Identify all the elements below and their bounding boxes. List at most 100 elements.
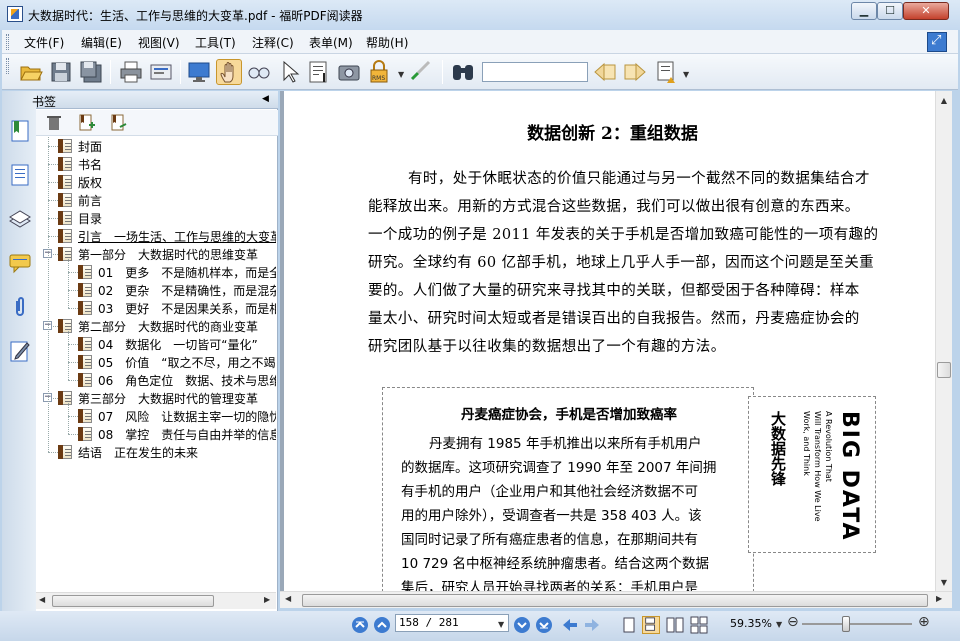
facing-pages-icon[interactable] bbox=[666, 616, 684, 634]
bookmark-item[interactable]: 版权 bbox=[36, 173, 276, 191]
go-back-icon[interactable] bbox=[562, 617, 578, 633]
bookmark-item[interactable]: 封面 bbox=[36, 137, 276, 155]
scroll-up-icon[interactable]: ▲ bbox=[936, 93, 952, 109]
bookmark-child-item[interactable]: 07 风险 让数据主宰一切的隐忧 bbox=[36, 407, 276, 425]
maximize-button[interactable]: ☐ bbox=[877, 2, 903, 20]
paragraph-line: 要的。人们做了大量的研究来寻找其中的关联，但都受困于各种障碍：样本 bbox=[368, 283, 860, 299]
sign-icon[interactable] bbox=[408, 59, 434, 85]
zoom-icon[interactable] bbox=[246, 59, 272, 85]
continuous-facing-icon[interactable] bbox=[690, 616, 708, 634]
highlight-dropdown-icon[interactable]: ▼ bbox=[683, 70, 689, 79]
print-icon[interactable] bbox=[118, 59, 144, 85]
go-forward-icon[interactable] bbox=[584, 617, 600, 633]
hand-icon[interactable] bbox=[216, 59, 242, 85]
first-page-icon[interactable] bbox=[352, 617, 368, 633]
bookmark-item[interactable]: 结语 正在发生的未来 bbox=[36, 443, 276, 461]
search-input[interactable] bbox=[482, 62, 588, 82]
menu-comment[interactable]: 注释(C) bbox=[252, 34, 294, 51]
minimize-button[interactable]: ▁ bbox=[851, 2, 877, 20]
scroll-down-icon[interactable]: ▼ bbox=[936, 575, 952, 591]
scan-icon[interactable] bbox=[148, 59, 174, 85]
zoom-level[interactable]: 59.35% bbox=[730, 617, 772, 630]
previous-page-icon[interactable] bbox=[374, 617, 390, 633]
bookmark-item[interactable]: 目录 bbox=[36, 209, 276, 227]
signatures-tab-icon[interactable] bbox=[8, 339, 32, 363]
page-dropdown-icon[interactable]: ▼ bbox=[498, 620, 504, 629]
zoom-dropdown-icon[interactable]: ▼ bbox=[776, 620, 782, 629]
bookmark-icon bbox=[58, 247, 72, 261]
rms-icon[interactable]: RMS bbox=[366, 59, 392, 85]
select-icon[interactable] bbox=[276, 59, 302, 85]
collapse-panel-icon[interactable]: ◀ bbox=[262, 94, 269, 104]
delete-bookmark-icon[interactable] bbox=[44, 113, 64, 133]
last-page-icon[interactable] bbox=[536, 617, 552, 633]
highlight-icon[interactable] bbox=[654, 59, 680, 85]
comments-tab-icon[interactable] bbox=[8, 251, 32, 275]
expand-icon[interactable] bbox=[927, 32, 947, 52]
tree-connector bbox=[48, 218, 58, 219]
find-prev-icon[interactable] bbox=[592, 59, 618, 85]
next-page-icon[interactable] bbox=[514, 617, 530, 633]
bookmark-item[interactable]: 引言 一场生活、工作与思维的大变革 bbox=[36, 227, 276, 245]
scroll-right-icon[interactable]: ▶ bbox=[264, 595, 270, 604]
horizontal-scroll-thumb[interactable] bbox=[302, 594, 928, 607]
horizontal-scrollbar[interactable]: ◀ ▶ bbox=[280, 591, 952, 608]
add-child-bookmark-icon[interactable] bbox=[108, 113, 128, 133]
menu-edit[interactable]: 编辑(E) bbox=[81, 34, 122, 51]
menu-view[interactable]: 视图(V) bbox=[138, 34, 180, 51]
bookmark-child-item[interactable]: 08 掌控 责任与自由并举的信息管理 bbox=[36, 425, 276, 443]
bookmark-icon bbox=[78, 409, 92, 423]
snapshot-icon[interactable] bbox=[336, 59, 362, 85]
page-number-field[interactable]: 158 / 281 bbox=[395, 614, 509, 632]
menu-form[interactable]: 表单(M) bbox=[309, 34, 353, 51]
bookmark-child-item[interactable]: 02 更杂 不是精确性，而是混杂性 bbox=[36, 281, 276, 299]
add-bookmark-icon[interactable] bbox=[76, 113, 96, 133]
bookmark-item[interactable]: 前言 bbox=[36, 191, 276, 209]
bookmarks-scroll-thumb[interactable] bbox=[52, 595, 214, 607]
tree-connector bbox=[48, 146, 58, 147]
find-icon[interactable] bbox=[450, 59, 476, 85]
fullscreen-icon[interactable] bbox=[186, 59, 212, 85]
vertical-scroll-thumb[interactable] bbox=[937, 362, 951, 378]
menu-file[interactable]: 文件(F) bbox=[24, 34, 64, 51]
bookmark-item[interactable]: 书名 bbox=[36, 155, 276, 173]
zoom-in-icon[interactable]: ⊕ bbox=[918, 614, 930, 630]
bookmark-label: 版权 bbox=[78, 176, 103, 190]
text-select-icon[interactable] bbox=[306, 59, 332, 85]
close-button[interactable]: ✕ bbox=[903, 2, 949, 20]
single-page-icon[interactable] bbox=[620, 616, 638, 634]
save-icon[interactable] bbox=[48, 59, 74, 85]
attachments-tab-icon[interactable] bbox=[8, 295, 32, 319]
menu-help[interactable]: 帮助(H) bbox=[366, 34, 408, 51]
continuous-page-icon[interactable] bbox=[642, 616, 660, 634]
bookmark-part[interactable]: − 第二部分 大数据时代的商业变革 bbox=[36, 317, 276, 335]
bookmark-icon bbox=[78, 301, 92, 315]
save-as-icon[interactable] bbox=[78, 59, 104, 85]
zoom-slider[interactable] bbox=[802, 623, 912, 625]
menu-tools[interactable]: 工具(T) bbox=[195, 34, 236, 51]
bookmarks-scrollbar[interactable]: ◀ ▶ bbox=[36, 592, 276, 609]
document-view[interactable]: 数据创新 2：重组数据 有时，处于休眠状态的价值只能通过与另一个截然不同的数据集… bbox=[280, 91, 935, 591]
layers-tab-icon[interactable] bbox=[8, 207, 32, 231]
pages-tab-icon[interactable] bbox=[8, 163, 32, 187]
open-icon[interactable] bbox=[18, 59, 44, 85]
bookmark-child-item[interactable]: 01 更多 不是随机样本，而是全体数据 bbox=[36, 263, 276, 281]
vertical-scrollbar[interactable]: ▲ ▼ bbox=[935, 91, 952, 591]
bookmark-child-item[interactable]: 03 更好 不是因果关系，而是相关关系 bbox=[36, 299, 276, 317]
zoom-out-icon[interactable]: ⊖ bbox=[787, 614, 799, 630]
section-heading: 数据创新 2：重组数据 bbox=[527, 124, 698, 144]
bookmark-label: 结语 正在发生的未来 bbox=[78, 446, 199, 460]
scroll-left-icon[interactable]: ◀ bbox=[39, 595, 45, 604]
tree-connector bbox=[68, 362, 78, 363]
find-next-icon[interactable] bbox=[622, 59, 648, 85]
rms-dropdown-icon[interactable]: ▼ bbox=[398, 70, 404, 79]
bookmark-child-item[interactable]: 04 数据化 一切皆可“量化” bbox=[36, 335, 276, 353]
bookmark-part[interactable]: − 第一部分 大数据时代的思维变革 bbox=[36, 245, 276, 263]
scroll-left-icon[interactable]: ◀ bbox=[285, 594, 291, 603]
zoom-slider-thumb[interactable] bbox=[842, 616, 850, 632]
scroll-right-icon[interactable]: ▶ bbox=[936, 594, 942, 603]
bookmark-child-item[interactable]: 05 价值 “取之不尽，用之不竭”的数据创新 bbox=[36, 353, 276, 371]
bookmark-child-item[interactable]: 06 角色定位 数据、技术与思维的三足鼎立 bbox=[36, 371, 276, 389]
bookmark-part[interactable]: − 第三部分 大数据时代的管理变革 bbox=[36, 389, 276, 407]
bookmarks-tab-icon[interactable] bbox=[8, 119, 32, 143]
